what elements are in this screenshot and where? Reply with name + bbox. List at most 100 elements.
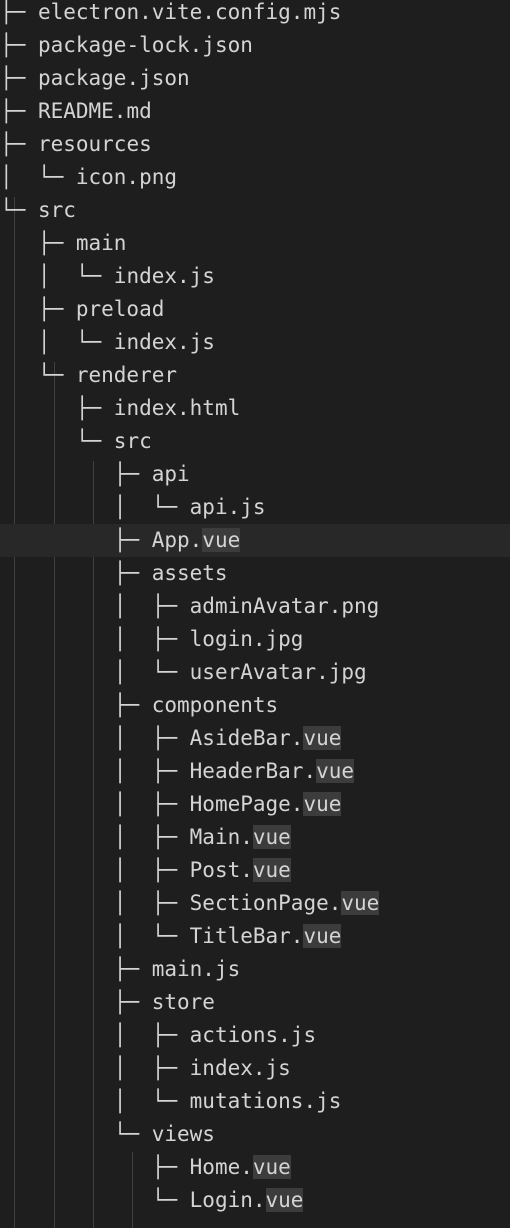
tree-branch-prefix: ├─ <box>0 396 114 420</box>
tree-branch-prefix: └─ <box>0 198 38 222</box>
tree-line[interactable]: │ ├─ actions.js <box>0 1019 510 1052</box>
tree-line[interactable]: └─ src <box>0 425 510 458</box>
file-name: package-lock.json <box>37 33 253 57</box>
tree-line[interactable]: ├─ api <box>0 458 510 491</box>
tree-branch-prefix: │ └─ <box>0 165 76 189</box>
tree-line[interactable]: └─ src <box>0 194 510 227</box>
tree-line[interactable]: │ ├─ Main.vue <box>0 821 510 854</box>
file-name: electron.vite.config.mjs <box>37 0 342 24</box>
tree-line[interactable]: └─ renderer <box>0 359 510 392</box>
file-name: HeaderBar. <box>189 759 317 783</box>
tree-line[interactable]: ├─ package-lock.json <box>0 29 510 62</box>
search-highlight: vue <box>303 924 342 948</box>
tree-branch-prefix: │ └─ <box>0 264 114 288</box>
file-name: Login. <box>189 1188 266 1212</box>
tree-line[interactable]: │ └─ userAvatar.jpg <box>0 656 510 689</box>
file-name: adminAvatar.png <box>189 594 380 618</box>
tree-line[interactable]: ├─ main.js <box>0 953 510 986</box>
file-name: README.md <box>37 99 152 123</box>
file-name: App. <box>151 528 203 552</box>
tree-line[interactable]: │ └─ mutations.js <box>0 1085 510 1118</box>
tree-branch-prefix: │ ├─ <box>0 1056 190 1080</box>
tree-line[interactable]: │ ├─ HeaderBar.vue <box>0 755 510 788</box>
file-name: renderer <box>75 363 178 387</box>
tree-line[interactable]: │ └─ api.js <box>0 491 510 524</box>
file-name: mutations.js <box>189 1089 342 1113</box>
tree-branch-prefix: ├─ <box>0 528 152 552</box>
tree-line[interactable]: └─ Login.vue <box>0 1184 510 1217</box>
tree-line[interactable]: │ └─ TitleBar.vue <box>0 920 510 953</box>
tree-branch-prefix: ├─ <box>0 99 38 123</box>
tree-line[interactable]: │ ├─ adminAvatar.png <box>0 590 510 623</box>
tree-line[interactable]: ├─ package.json <box>0 62 510 95</box>
file-tree: ├─ electron.vite.config.mjs ├─ package-lo… <box>0 0 510 1228</box>
tree-branch-prefix: │ └─ <box>0 924 190 948</box>
file-name: login.jpg <box>189 627 304 651</box>
file-name: components <box>151 693 279 717</box>
tree-line[interactable]: ├─ App.vue <box>0 524 510 557</box>
search-highlight: vue <box>202 528 241 552</box>
tree-branch-prefix: ├─ <box>0 297 76 321</box>
tree-line[interactable]: │ ├─ login.jpg <box>0 623 510 656</box>
tree-branch-prefix: ├─ <box>0 957 152 981</box>
tree-branch-prefix: ├─ <box>0 66 38 90</box>
tree-branch-prefix: │ ├─ <box>0 594 190 618</box>
search-highlight: vue <box>252 1155 291 1179</box>
file-name: api.js <box>189 495 266 519</box>
tree-line[interactable]: └─ views <box>0 1118 510 1151</box>
tree-line[interactable]: ├─ resources <box>0 128 510 161</box>
tree-line[interactable]: ├─ index.html <box>0 392 510 425</box>
file-name: Main. <box>189 825 253 849</box>
file-name: icon.png <box>75 165 178 189</box>
file-name: main.js <box>151 957 241 981</box>
tree-branch-prefix: ├─ <box>0 132 38 156</box>
tree-line[interactable]: │ └─ index.js <box>0 326 510 359</box>
tree-branch-prefix: │ ├─ <box>0 759 190 783</box>
tree-line[interactable]: ├─ assets <box>0 557 510 590</box>
tree-line[interactable]: ├─ components <box>0 689 510 722</box>
file-name: index.html <box>113 396 241 420</box>
file-name: src <box>113 429 152 453</box>
file-name: userAvatar.jpg <box>189 660 367 684</box>
tree-branch-prefix: └─ <box>0 429 114 453</box>
tree-branch-prefix: ├─ <box>0 990 152 1014</box>
tree-line[interactable]: ├─ README.md <box>0 95 510 128</box>
tree-branch-prefix: ├─ <box>0 693 152 717</box>
tree-line[interactable]: ├─ preload <box>0 293 510 326</box>
file-name: Post. <box>189 858 253 882</box>
file-name: api <box>151 462 190 486</box>
tree-branch-prefix: ├─ <box>0 0 38 24</box>
search-highlight: vue <box>303 726 342 750</box>
tree-line[interactable]: │ └─ icon.png <box>0 161 510 194</box>
tree-line[interactable]: ├─ Home.vue <box>0 1151 510 1184</box>
search-highlight: vue <box>252 825 291 849</box>
tree-branch-prefix: │ └─ <box>0 495 190 519</box>
file-name: HomePage. <box>189 792 304 816</box>
tree-line[interactable]: │ ├─ index.js <box>0 1052 510 1085</box>
tree-line[interactable]: │ ├─ SectionPage.vue <box>0 887 510 920</box>
tree-branch-prefix: │ └─ <box>0 1089 190 1113</box>
tree-branch-prefix: ├─ <box>0 1155 190 1179</box>
tree-branch-prefix: └─ <box>0 363 76 387</box>
search-highlight: vue <box>265 1188 304 1212</box>
tree-branch-prefix: │ ├─ <box>0 627 190 651</box>
file-name: preload <box>75 297 165 321</box>
tree-branch-prefix: │ ├─ <box>0 825 190 849</box>
tree-line[interactable]: │ └─ index.js <box>0 260 510 293</box>
file-name: views <box>151 1122 215 1146</box>
tree-branch-prefix: │ ├─ <box>0 891 190 915</box>
tree-branch-prefix: │ ├─ <box>0 858 190 882</box>
tree-line[interactable]: ├─ store <box>0 986 510 1019</box>
tree-line[interactable]: │ ├─ AsideBar.vue <box>0 722 510 755</box>
tree-line[interactable]: ├─ main <box>0 227 510 260</box>
tree-line[interactable]: │ ├─ Post.vue <box>0 854 510 887</box>
tree-line[interactable]: │ ├─ HomePage.vue <box>0 788 510 821</box>
tree-branch-prefix: │ └─ <box>0 330 114 354</box>
tree-branch-prefix: ├─ <box>0 561 152 585</box>
file-name: resources <box>37 132 152 156</box>
tree-branch-prefix: ├─ <box>0 33 38 57</box>
tree-branch-prefix: │ ├─ <box>0 726 190 750</box>
file-name: Home. <box>189 1155 253 1179</box>
tree-line[interactable]: ├─ electron.vite.config.mjs <box>0 0 510 29</box>
file-name: TitleBar. <box>189 924 304 948</box>
